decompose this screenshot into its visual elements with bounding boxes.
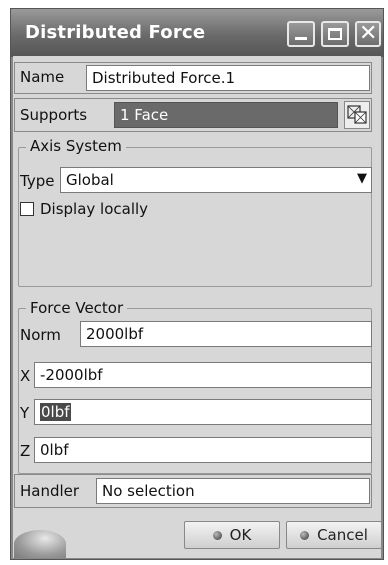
close-button[interactable]: ✕ bbox=[355, 21, 381, 47]
display-locally-checkbox[interactable] bbox=[20, 202, 34, 216]
handler-field[interactable]: No selection bbox=[96, 478, 370, 504]
force-vector-legend: Force Vector bbox=[26, 299, 128, 317]
cancel-icon bbox=[300, 531, 310, 540]
norm-input[interactable]: 2000lbf bbox=[80, 321, 372, 347]
minimize-icon bbox=[295, 37, 307, 40]
supports-selection-field[interactable]: 1 Face bbox=[114, 102, 338, 128]
chevron-down-icon: ▼ bbox=[357, 171, 367, 186]
face-selection-icon bbox=[347, 105, 367, 124]
close-icon: ✕ bbox=[359, 21, 378, 46]
maximize-button[interactable] bbox=[321, 21, 349, 47]
cancel-button-label: Cancel bbox=[317, 526, 368, 544]
catia-logo-icon bbox=[14, 530, 66, 558]
name-input[interactable]: Distributed Force.1 bbox=[86, 65, 370, 91]
x-label: X bbox=[20, 367, 31, 385]
supports-edit-button[interactable] bbox=[344, 101, 370, 129]
maximize-icon bbox=[328, 28, 342, 40]
y-input-selected-text: 0lbf bbox=[40, 403, 71, 421]
type-select[interactable]: Global ▼ bbox=[60, 167, 372, 193]
axis-system-legend: Axis System bbox=[26, 137, 126, 155]
ok-icon bbox=[212, 531, 222, 540]
type-label: Type bbox=[20, 172, 55, 190]
name-label: Name bbox=[20, 68, 65, 86]
z-label: Z bbox=[20, 442, 31, 460]
title-bar[interactable]: Distributed Force ✕ bbox=[11, 9, 383, 57]
ok-button-label: OK bbox=[229, 526, 252, 544]
supports-label: Supports bbox=[20, 106, 88, 124]
norm-label: Norm bbox=[20, 326, 61, 344]
x-input[interactable]: -2000lbf bbox=[34, 362, 372, 388]
type-select-value: Global bbox=[66, 171, 114, 189]
cancel-button[interactable]: Cancel bbox=[286, 521, 382, 549]
window-title: Distributed Force bbox=[25, 22, 206, 43]
y-input[interactable]: 0lbf bbox=[34, 399, 372, 425]
ok-button[interactable]: OK bbox=[184, 521, 280, 549]
display-locally-label: Display locally bbox=[40, 200, 149, 218]
z-input[interactable]: 0lbf bbox=[34, 437, 372, 463]
handler-label: Handler bbox=[20, 482, 80, 500]
minimize-button[interactable] bbox=[287, 21, 315, 47]
y-label: Y bbox=[20, 404, 30, 422]
